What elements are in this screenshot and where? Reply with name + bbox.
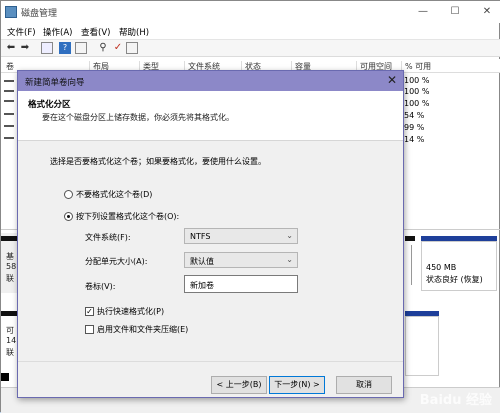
dialog-title: 新建简单卷向导 — [25, 78, 85, 88]
disk-0-bar-right — [405, 236, 415, 241]
disk-0-bar — [1, 236, 17, 241]
format-prompt: 选择是否要格式化这个卷；如果要格式化，要使用什么设置。 — [50, 157, 266, 166]
maximize-icon[interactable]: ☐ — [447, 5, 463, 19]
volume-row-marker — [4, 137, 14, 139]
close-icon[interactable]: ✕ — [387, 73, 397, 87]
close-icon[interactable]: ✕ — [479, 5, 495, 19]
percent-free-cell: 100 % — [404, 87, 430, 96]
percent-free-cell: 54 % — [404, 111, 425, 120]
percent-free-cell: 100 % — [404, 99, 430, 108]
disk-1-bar — [1, 311, 17, 316]
radio-no-format-label[interactable]: 不要格式化这个卷(D) — [76, 189, 152, 200]
disk-management-app-icon — [5, 6, 17, 18]
titlebar: 磁盘管理 — ☐ ✕ — [1, 1, 500, 23]
chevron-down-icon: ⌄ — [286, 231, 293, 240]
help-icon[interactable]: ? — [59, 42, 71, 54]
volume-label-input[interactable]: 新加卷 — [184, 275, 298, 293]
minimize-icon[interactable]: — — [415, 5, 431, 19]
disk-0-size: 58 — [6, 262, 17, 271]
menu-help[interactable]: 帮助(H) — [119, 26, 149, 38]
col-percent-free[interactable]: % 可用 — [401, 61, 431, 73]
connect-icon[interactable]: ⚲ — [97, 42, 109, 54]
volume-row-marker — [4, 80, 14, 82]
volume-label-label: 卷标(V): — [85, 282, 116, 291]
grid-icon[interactable] — [41, 42, 53, 54]
disk-1-status: 联 — [6, 348, 14, 357]
volume-row-marker — [4, 100, 14, 102]
filesystem-label: 文件系统(F): — [85, 233, 131, 242]
header-title: 格式化分区 — [28, 100, 71, 110]
forward-icon[interactable]: ➡ — [19, 42, 31, 54]
dialog-header: 格式化分区 要在这个磁盘分区上储存数据，你必须先将其格式化。 — [18, 91, 403, 141]
compression-label[interactable]: 启用文件和文件夹压缩(E) — [97, 324, 188, 335]
percent-free-cell: 99 % — [404, 123, 425, 132]
back-icon[interactable]: ⬅ — [5, 42, 17, 54]
volume-row-marker — [4, 125, 14, 127]
next-button[interactable]: 下一步(N) > — [269, 376, 325, 394]
partition-divider — [411, 245, 412, 285]
dialog-titlebar: 新建简单卷向导 ✕ — [18, 71, 403, 91]
filesystem-select[interactable]: NTFS ⌄ — [184, 228, 298, 244]
footer-divider — [18, 361, 403, 362]
disk-1-unallocated[interactable] — [441, 316, 497, 376]
properties-icon[interactable] — [126, 42, 138, 54]
menu-view[interactable]: 查看(V) — [81, 26, 110, 38]
legend-unallocated-swatch — [1, 373, 9, 381]
col-volume[interactable]: 卷 — [3, 61, 14, 73]
volume-row-marker — [4, 113, 14, 115]
radio-format[interactable] — [64, 212, 73, 221]
allocation-unit-label: 分配单元大小(A): — [85, 257, 148, 266]
list-icon[interactable] — [75, 42, 87, 54]
quick-format-checkbox[interactable]: ✓ — [85, 307, 94, 316]
compression-checkbox[interactable] — [85, 325, 94, 334]
disk-1-type: 可 — [6, 326, 14, 335]
cancel-button[interactable]: 取消 — [336, 376, 392, 394]
recovery-size: 450 MB — [426, 263, 457, 272]
chevron-down-icon: ⌄ — [286, 255, 293, 264]
quick-format-label[interactable]: 执行快速格式化(P) — [97, 306, 164, 317]
volume-row-marker — [4, 90, 14, 92]
allocation-unit-select[interactable]: 默认值 ⌄ — [184, 252, 298, 268]
radio-format-label[interactable]: 按下列设置格式化这个卷(O): — [76, 211, 179, 222]
disk-1-partition[interactable] — [405, 316, 439, 376]
check-icon[interactable]: ✓ — [112, 42, 124, 54]
menu-file[interactable]: 文件(F) — [7, 26, 36, 38]
menu-bar: 文件(F) 操作(A) 查看(V) 帮助(H) — [1, 23, 500, 40]
percent-free-cell: 100 % — [404, 76, 430, 85]
disk-0-status: 联 — [6, 274, 14, 283]
toolbar: ⬅ ➡ ? ⚲ ✓ — [1, 40, 500, 57]
disk-1-size: 14 — [6, 336, 17, 345]
window-title: 磁盘管理 — [21, 9, 58, 19]
allocation-unit-value: 默认值 — [190, 257, 214, 266]
header-subtitle: 要在这个磁盘分区上储存数据，你必须先将其格式化。 — [42, 113, 234, 122]
filesystem-value: NTFS — [190, 232, 211, 241]
back-button[interactable]: < 上一步(B) — [211, 376, 267, 394]
baidu-watermark: Baidu 经验 — [419, 393, 492, 408]
menu-action[interactable]: 操作(A) — [43, 26, 72, 38]
radio-no-format[interactable] — [64, 190, 73, 199]
percent-free-cell: 14 % — [404, 135, 425, 144]
recovery-status: 状态良好 (恢复) — [426, 275, 483, 284]
new-simple-volume-wizard: 新建简单卷向导 ✕ 格式化分区 要在这个磁盘分区上储存数据，你必须先将其格式化。… — [17, 70, 404, 398]
disk-0-type: 基 — [6, 252, 14, 261]
